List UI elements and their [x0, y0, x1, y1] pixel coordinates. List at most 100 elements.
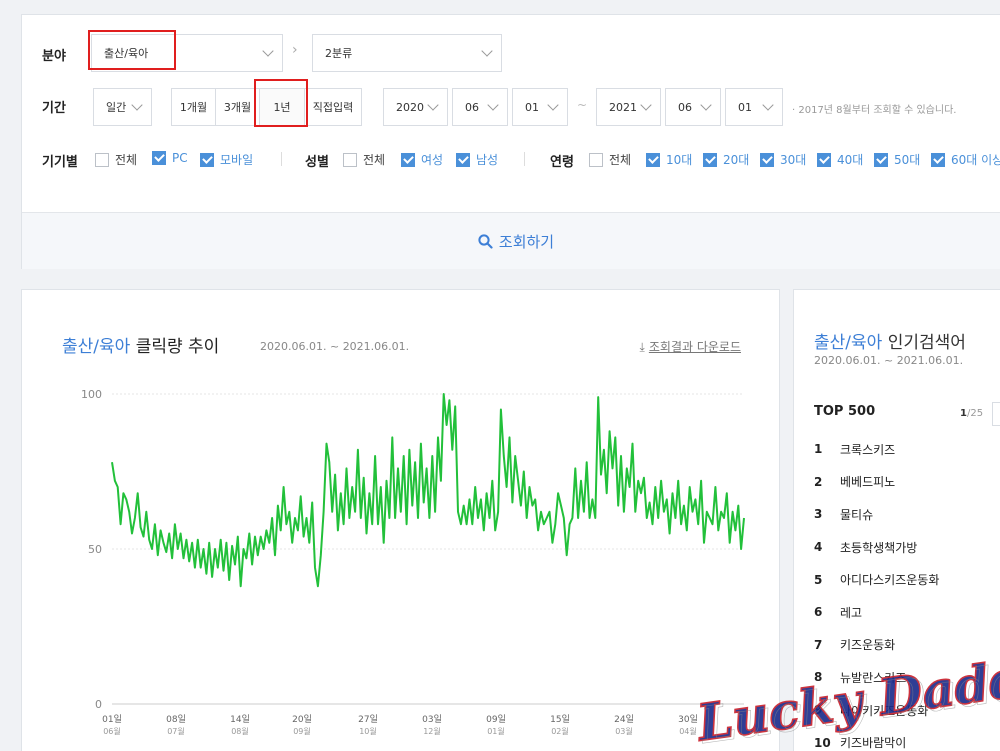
- checkbox[interactable]: [343, 152, 357, 167]
- age-option[interactable]: 전체: [589, 151, 631, 168]
- rank-number: 1: [814, 442, 823, 457]
- chevron-down-icon: [547, 99, 559, 111]
- rank-number: 4: [814, 540, 823, 555]
- checkbox-label: 여성: [421, 153, 444, 167]
- y-tick-label: 100: [81, 388, 102, 401]
- x-tick-day: 14일: [230, 714, 250, 725]
- checkbox[interactable]: [589, 152, 603, 167]
- device-option[interactable]: 전체: [95, 151, 137, 168]
- period-custom-button[interactable]: 직접입력: [304, 88, 362, 126]
- divider: [281, 152, 282, 166]
- chevron-down-icon: [762, 99, 774, 111]
- gender-label: 성별: [305, 155, 329, 170]
- x-tick-day: 03일: [422, 714, 442, 725]
- category1-value: 출산/육아: [104, 47, 149, 60]
- lucky-daddy-watermark: Lucky Daddy Lucky Daddy: [691, 650, 1000, 751]
- x-tick-day: 09일: [486, 714, 506, 725]
- checkbox[interactable]: [931, 152, 945, 167]
- age-option[interactable]: 20대: [703, 151, 749, 168]
- start-year-select[interactable]: 2020: [383, 88, 448, 126]
- rank-item[interactable]: 6 레고: [814, 596, 939, 629]
- chevron-down-icon: [640, 99, 652, 111]
- popular-title-category: 출산/육아: [814, 333, 883, 353]
- x-tick-month: 07월: [167, 726, 185, 736]
- checkbox[interactable]: [200, 152, 214, 167]
- checkbox-label: 전체: [363, 153, 386, 167]
- chevron-down-icon: [427, 99, 439, 111]
- pager-total: /25: [966, 408, 984, 419]
- gender-option[interactable]: 남성: [456, 151, 498, 168]
- gender-option[interactable]: 여성: [401, 151, 443, 168]
- checkbox-label: 10대: [666, 153, 693, 167]
- rank-number: 5: [814, 572, 823, 587]
- pager-prev-button[interactable]: [992, 402, 1000, 426]
- start-day-value: 01: [525, 100, 539, 114]
- category2-select[interactable]: 2분류: [312, 34, 502, 72]
- x-tick-month: 06월: [103, 726, 121, 736]
- age-option[interactable]: 10대: [646, 151, 692, 168]
- checkbox[interactable]: [874, 152, 888, 167]
- checkbox[interactable]: [646, 152, 660, 167]
- period-1month-button[interactable]: 1개월: [171, 88, 216, 126]
- chevron-right-icon: ›: [292, 42, 298, 58]
- chevron-down-icon: [481, 45, 493, 57]
- end-day-value: 01: [738, 100, 752, 114]
- search-button[interactable]: 조회하기: [22, 212, 1000, 269]
- end-month-select[interactable]: 06: [665, 88, 721, 126]
- x-tick-month: 02월: [551, 726, 569, 736]
- age-option[interactable]: 30대: [760, 151, 806, 168]
- checkbox[interactable]: [760, 152, 774, 167]
- device-option[interactable]: 모바일: [200, 151, 253, 168]
- gender-option[interactable]: 전체: [343, 151, 385, 168]
- checkbox[interactable]: [817, 152, 831, 167]
- start-month-value: 06: [465, 100, 479, 114]
- category1-select[interactable]: 출산/육아: [91, 34, 283, 72]
- x-tick-month: 01월: [487, 726, 505, 736]
- checkbox[interactable]: [456, 152, 470, 167]
- end-year-select[interactable]: 2021: [596, 88, 661, 126]
- age-option[interactable]: 60대 이상: [931, 151, 1000, 168]
- checkbox[interactable]: [152, 151, 166, 165]
- rank-keyword: 크록스키즈: [840, 442, 896, 457]
- rank-keyword: 베베드피노: [840, 475, 896, 490]
- rank-item[interactable]: 4 초등학생책가방: [814, 531, 939, 564]
- checkbox-label: 남성: [476, 153, 499, 167]
- period-1year-button[interactable]: 1년: [259, 88, 305, 126]
- period-hint: · 2017년 8월부터 조회할 수 있습니다.: [792, 105, 957, 116]
- rank-item[interactable]: 5 아디다스키즈운동화: [814, 563, 939, 596]
- checkbox-label: PC: [172, 151, 188, 165]
- period-3month-button[interactable]: 3개월: [215, 88, 260, 126]
- date-range-separator: ~: [577, 98, 588, 112]
- rank-item[interactable]: 1 크록스키즈: [814, 433, 939, 466]
- end-year-value: 2021: [609, 100, 637, 114]
- rank-item[interactable]: 3 물티슈: [814, 498, 939, 531]
- x-tick-month: 09월: [293, 726, 311, 736]
- checkbox-label: 모바일: [220, 153, 254, 167]
- checkbox-label: 60대 이상: [951, 153, 1000, 167]
- rank-item[interactable]: 2 베베드피노: [814, 466, 939, 499]
- x-tick-day: 20일: [292, 714, 312, 725]
- start-year-value: 2020: [396, 100, 424, 114]
- checkbox-label: 40대: [837, 153, 864, 167]
- age-option[interactable]: 50대: [874, 151, 920, 168]
- checkbox[interactable]: [401, 152, 415, 167]
- age-label: 연령: [550, 155, 574, 170]
- checkbox-label: 전체: [609, 153, 632, 167]
- category-label: 분야: [42, 49, 66, 64]
- filter-panel: 분야 출산/육아 › 2분류 기간 일간 1개월 3개월 1년 직접입력 202…: [21, 14, 1000, 269]
- start-day-select[interactable]: 01: [512, 88, 568, 126]
- click-trend-chart: 0 50 100 01일06월 08일07월 14일08월 20일09월 27일10월 03일…: [81, 388, 745, 736]
- divider: [524, 152, 525, 166]
- device-option[interactable]: PC: [152, 151, 188, 165]
- start-month-select[interactable]: 06: [452, 88, 508, 126]
- click-trend-card: 출산/육아 클릭량 추이 2020.06.01. ~ 2021.06.01. ⤓…: [21, 289, 780, 751]
- age-option[interactable]: 40대: [817, 151, 863, 168]
- pager-current: 1: [960, 408, 967, 419]
- checkbox-label: 50대: [894, 153, 921, 167]
- end-day-select[interactable]: 01: [725, 88, 783, 126]
- period-unit-select[interactable]: 일간: [93, 88, 152, 126]
- chevron-down-icon: [262, 45, 274, 57]
- period-unit-value: 일간: [106, 101, 127, 114]
- checkbox[interactable]: [95, 152, 109, 167]
- checkbox[interactable]: [703, 152, 717, 167]
